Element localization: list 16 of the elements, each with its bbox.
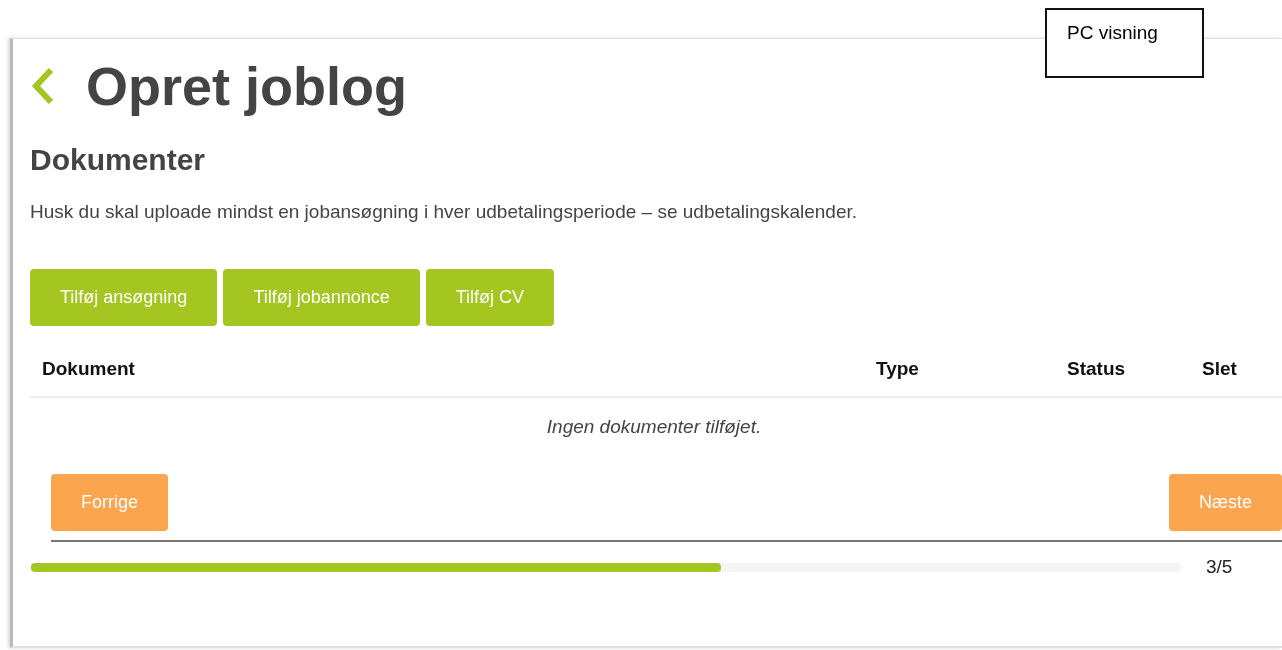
back-chevron-icon[interactable] [30, 66, 56, 106]
previous-button[interactable]: Forrige [51, 474, 168, 531]
column-header: Type [876, 358, 919, 380]
add-document-button[interactable]: Tilføj ansøgning [30, 269, 218, 326]
info-text: Husk du skal uploade mindst en jobansøgning i hver udbetalingsperiode – se udbetalingskalender. [30, 201, 859, 223]
page-title: Opret joblog [86, 55, 407, 117]
annotation-label: PC visning [1045, 8, 1204, 78]
add-document-button[interactable]: Tilføj CV [425, 269, 555, 326]
column-header: Dokument [42, 358, 135, 380]
empty-table-message: Ingen dokumenter tilføjet. [546, 416, 762, 437]
add-document-button[interactable]: Tilføj jobannonce [223, 269, 420, 326]
section-heading: Dokumenter [30, 143, 207, 177]
column-header: Status [1067, 358, 1126, 380]
progress-reading: 3/5 [1206, 556, 1233, 578]
column-header: Slet [1202, 358, 1237, 380]
next-button[interactable]: Næste [1169, 474, 1282, 531]
